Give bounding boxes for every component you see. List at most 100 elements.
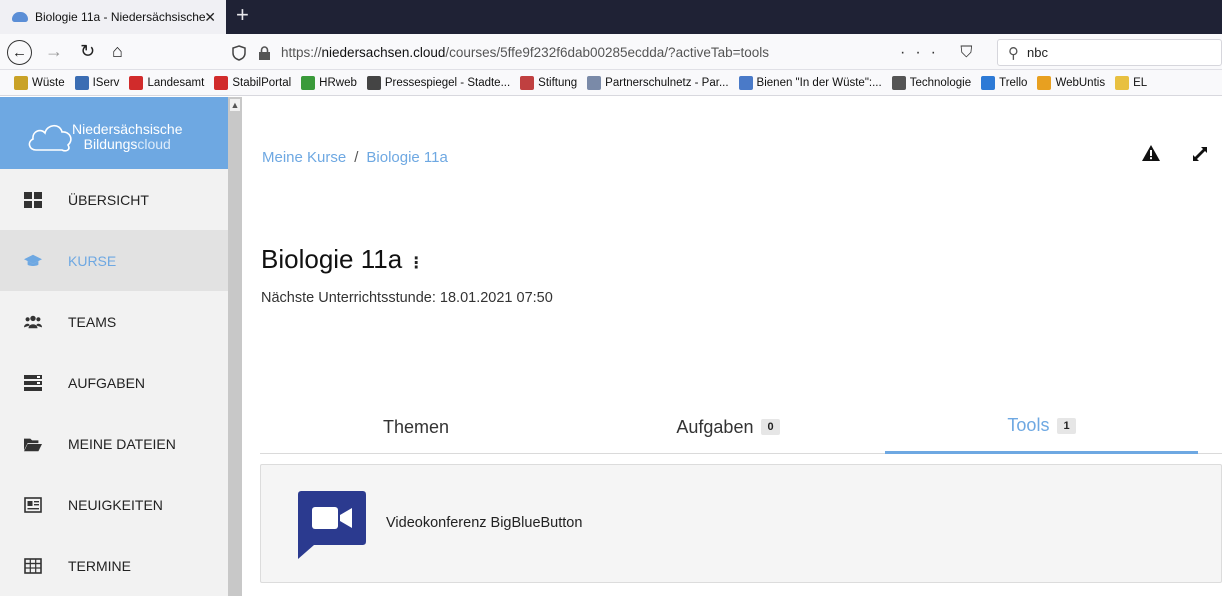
sidebar-item-label: NEUIGKEITEN (68, 496, 163, 513)
sidebar-item-teams[interactable]: TEAMS (0, 291, 228, 352)
bookmark-favicon-icon (74, 75, 89, 90)
sidebar-item-neuigkeiten[interactable]: NEUIGKEITEN (0, 474, 228, 535)
navigation-bar: ← → ↻ ⌂ https://niedersachsen.cloud/cour… (0, 34, 1222, 70)
bookmark-item[interactable]: Partnerschulnetz - Par... (587, 75, 729, 90)
forward-icon[interactable]: → (45, 42, 63, 60)
bookmark-label: Stiftung (538, 76, 578, 89)
bookmark-item[interactable]: HRweb (301, 75, 357, 90)
tab-tools[interactable]: Tools 1 (885, 400, 1198, 454)
bookmark-label: Bienen "In der Wüste":... (756, 76, 882, 89)
bookmark-favicon-icon (214, 75, 229, 90)
browser-tab[interactable]: Biologie 11a - Niedersächsische ✕ (0, 0, 226, 34)
cloud-favicon-icon (12, 12, 28, 22)
dashboard-icon (24, 191, 42, 209)
bookmark-item[interactable]: Technologie (891, 75, 971, 90)
video-camera-icon (298, 491, 366, 559)
breadcrumb-separator: / (354, 149, 359, 166)
sidebar-item-uebersicht[interactable]: ÜBERSICHT (0, 169, 228, 230)
tab-themen[interactable]: Themen (260, 400, 572, 454)
back-button[interactable]: ← (7, 40, 32, 65)
bookmark-item[interactable]: StabilPortal (214, 75, 292, 90)
bookmark-label: Partnerschulnetz - Par... (605, 76, 729, 89)
sidebar-item-label: TERMINE (68, 557, 131, 574)
url-domain: niedersachsen.cloud (321, 45, 446, 60)
scroll-up-icon[interactable]: ▲ (230, 99, 240, 111)
logo-text: Niedersächsische Bildungscloud (72, 122, 183, 152)
bookmark-label: IServ (92, 76, 120, 89)
bookmark-favicon-icon (129, 75, 144, 90)
reload-icon[interactable]: ↻ (80, 42, 95, 60)
bookmark-favicon-icon (587, 75, 602, 90)
bookmark-item[interactable]: Landesamt (129, 75, 205, 90)
bookmark-item[interactable]: IServ (74, 75, 120, 90)
logo-header[interactable]: Niedersächsische Bildungscloud (0, 97, 228, 169)
browser-tab-strip: Biologie 11a - Niedersächsische ✕ + (0, 0, 1222, 34)
cloud-logo-icon (28, 124, 72, 152)
bookmark-label: HRweb (319, 76, 357, 89)
search-value: nbc (1027, 45, 1048, 60)
count-badge: 1 (1057, 417, 1076, 434)
url-bar[interactable]: https://niedersachsen.cloud/courses/5ffe… (222, 39, 992, 66)
search-input[interactable]: ⚲ nbc (997, 39, 1222, 66)
bookmark-item[interactable]: WebUntis (1037, 75, 1106, 90)
scrollbar-track[interactable] (228, 97, 242, 596)
count-badge: 0 (761, 419, 780, 435)
bookmark-item[interactable]: Stiftung (520, 75, 578, 90)
course-menu-icon[interactable]: ⋮ (408, 255, 424, 272)
newspaper-icon (24, 496, 42, 514)
bookmark-favicon-icon (14, 75, 28, 90)
sidebar-item-termine[interactable]: TERMINE (0, 535, 228, 596)
url-path: /courses/5ffe9f232f6dab00285ecdda/?activ… (445, 45, 769, 60)
home-icon[interactable]: ⌂ (112, 42, 123, 60)
logo-line-1: Niedersächsische (72, 121, 183, 137)
next-lesson-info: Nächste Unterrichtsstunde: 18.01.2021 07… (261, 290, 553, 306)
bookmark-label: StabilPortal (232, 76, 292, 89)
bookmark-item[interactable]: Wüste (14, 75, 65, 90)
expand-icon[interactable] (1192, 146, 1208, 162)
url-prefix: https:// (281, 45, 322, 60)
search-icon: ⚲ (1008, 44, 1019, 62)
bookmark-item[interactable]: Pressespiegel - Stadte... (366, 75, 510, 90)
bookmark-favicon-icon (520, 75, 535, 90)
breadcrumb: Meine Kurse / Biologie 11a (262, 149, 448, 166)
bookmark-item[interactable]: EL (1115, 75, 1148, 90)
sidebar-item-label: MEINE DATEIEN (68, 435, 176, 452)
bookmark-label: WebUntis (1055, 76, 1106, 89)
calendar-table-icon (24, 557, 42, 575)
sidebar-item-aufgaben[interactable]: AUFGABEN (0, 352, 228, 413)
tool-name: Videokonferenz BigBlueButton (386, 515, 583, 531)
bookmark-item[interactable]: Trello (981, 75, 1028, 90)
new-tab-button[interactable]: + (236, 4, 249, 26)
logo-line-2: Bildungscloud (72, 137, 183, 152)
sidebar-scrollbar[interactable]: ▲ (228, 97, 242, 596)
tool-card-bigbluebutton[interactable]: Videokonferenz BigBlueButton (260, 464, 1222, 583)
folder-open-icon (24, 435, 42, 453)
bookmark-favicon-icon (1115, 75, 1130, 90)
tab-aufgaben[interactable]: Aufgaben 0 (572, 400, 884, 454)
bookmark-item[interactable]: Bienen "In der Wüste":... (738, 75, 882, 90)
back-arrow-icon: ← (12, 43, 27, 61)
sidebar-item-label: TEAMS (68, 313, 117, 330)
logo-word-cloud: cloud (137, 136, 171, 152)
close-tab-icon[interactable]: ✕ (204, 9, 216, 26)
bookmark-favicon-icon (301, 75, 316, 90)
course-title: Biologie 11a ⋮ (261, 244, 424, 275)
url-text: https://niedersachsen.cloud/courses/5ffe… (281, 45, 769, 60)
users-icon (24, 313, 42, 331)
bookmark-favicon-icon (1037, 75, 1052, 90)
warning-icon[interactable] (1142, 145, 1160, 161)
sidebar-item-kurse[interactable]: KURSE (0, 230, 228, 291)
bookmark-label: Landesamt (147, 76, 205, 89)
lock-icon (259, 45, 270, 60)
tab-label: Aufgaben (676, 416, 754, 437)
logo-word-bildungs: Bildungs (83, 136, 138, 152)
sidebar-item-label: AUFGABEN (68, 374, 146, 391)
bookmark-label: EL (1133, 76, 1148, 89)
sidebar-item-meine-dateien[interactable]: MEINE DATEIEN (0, 413, 228, 474)
bookmark-favicon-icon (981, 75, 996, 90)
sidebar-item-label: ÜBERSICHT (68, 191, 149, 208)
breadcrumb-current[interactable]: Biologie 11a (366, 149, 447, 166)
breadcrumb-meine-kurse[interactable]: Meine Kurse (262, 149, 346, 166)
bookmark-label: Trello (999, 76, 1028, 89)
graduation-cap-icon (24, 252, 42, 270)
